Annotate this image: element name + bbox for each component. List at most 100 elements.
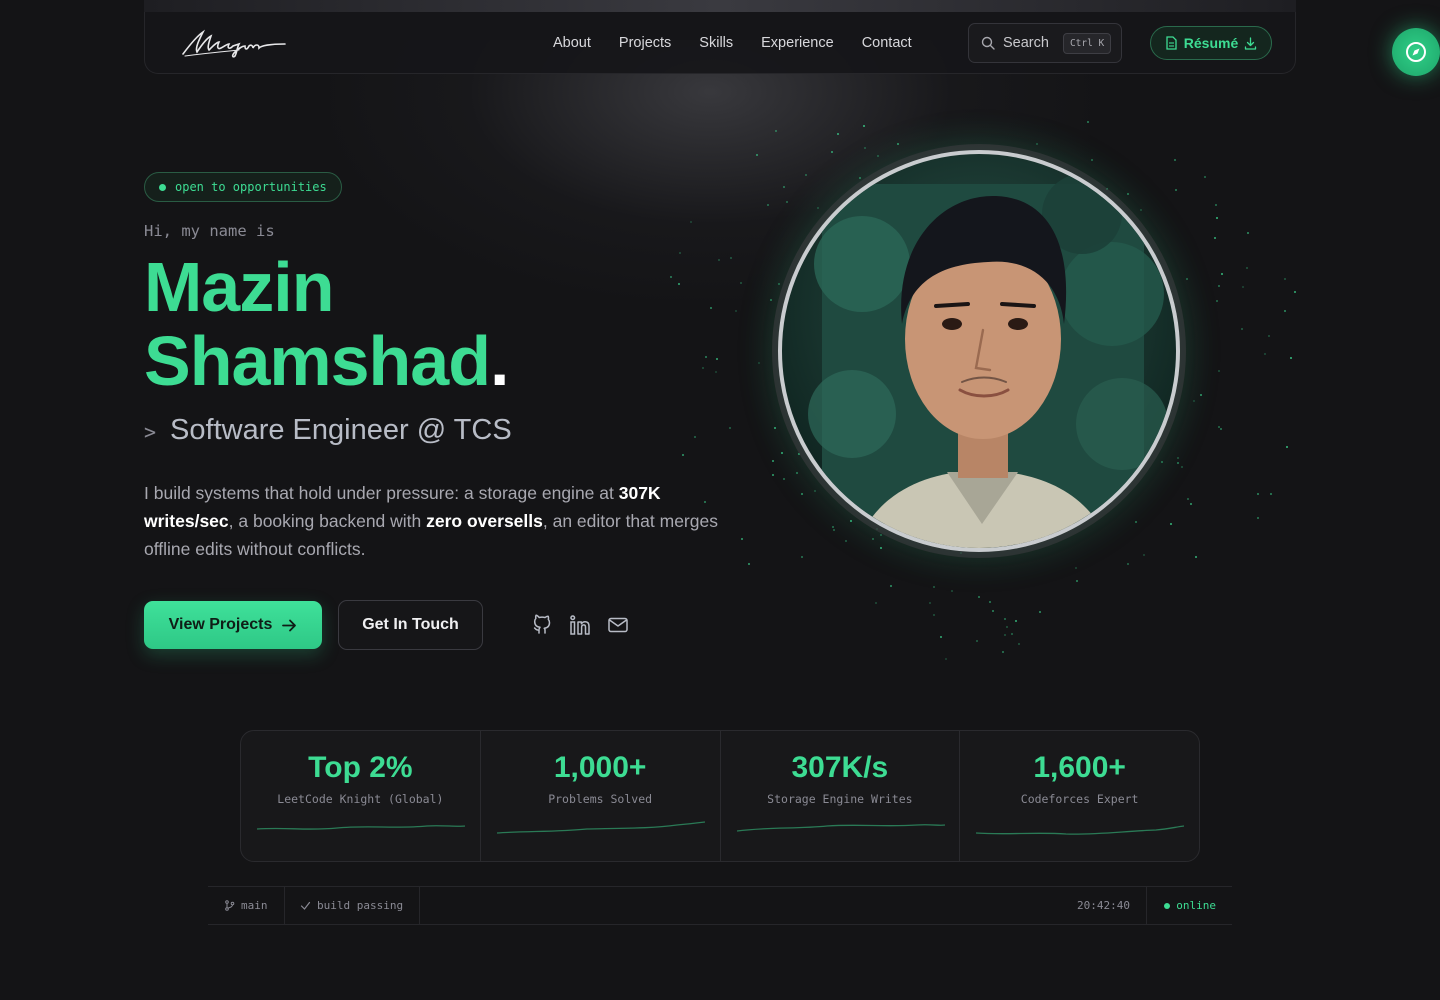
top-edge — [144, 0, 1296, 12]
particle — [1090, 158, 1093, 161]
particle — [734, 310, 737, 313]
search-icon — [981, 36, 995, 50]
stat-card: 1,000+ Problems Solved — [481, 731, 721, 861]
particle — [1143, 553, 1146, 556]
bio-text: , a booking backend with — [228, 511, 427, 531]
role-title: Software Engineer @ TCS — [170, 414, 512, 446]
particle — [844, 539, 847, 542]
particle — [1173, 159, 1176, 162]
nav-link-experience[interactable]: Experience — [761, 35, 834, 51]
particle — [1293, 290, 1296, 293]
particle — [1176, 462, 1179, 465]
particle — [703, 500, 706, 503]
particle — [864, 146, 867, 149]
particle — [1036, 142, 1039, 145]
particle — [773, 426, 776, 429]
particle — [800, 556, 803, 559]
build-status: build passing — [284, 887, 421, 924]
particle — [1176, 457, 1179, 460]
particle — [748, 562, 751, 565]
nav-link-about[interactable]: About — [553, 35, 591, 51]
nav-link-contact[interactable]: Contact — [862, 35, 912, 51]
particle — [1170, 523, 1173, 526]
availability-badge: open to opportunities — [144, 172, 342, 202]
signature-logo[interactable] — [179, 24, 289, 64]
nav-link-projects[interactable]: Projects — [619, 35, 671, 51]
particle — [677, 283, 680, 286]
github-icon[interactable] — [529, 612, 555, 638]
download-icon — [1245, 36, 1257, 50]
particle — [1039, 611, 1042, 614]
get-in-touch-label: Get In Touch — [362, 616, 459, 633]
particle — [682, 454, 685, 457]
document-icon — [1166, 36, 1177, 50]
particle — [816, 207, 819, 210]
particle — [801, 492, 804, 495]
branch-indicator[interactable]: main — [208, 887, 285, 924]
stat-label: Problems Solved — [548, 792, 653, 806]
name-dot: . — [490, 322, 509, 400]
online-status: online — [1148, 887, 1232, 924]
particle — [1241, 328, 1244, 331]
compass-fab-button[interactable] — [1392, 28, 1440, 76]
particle — [1221, 272, 1224, 275]
particle — [771, 460, 774, 463]
stat-label: Codeforces Expert — [1020, 792, 1139, 806]
sparkline — [257, 825, 465, 830]
stat-label: LeetCode Knight (Global) — [277, 792, 444, 806]
search-label: Search — [1003, 35, 1049, 51]
particle — [766, 203, 769, 206]
profile-photo — [778, 150, 1180, 552]
view-projects-button[interactable]: View Projects — [144, 601, 322, 649]
compass-icon — [1406, 42, 1426, 62]
particle — [896, 142, 899, 145]
resume-button[interactable]: Résumé — [1150, 26, 1272, 60]
search-shortcut: Ctrl K — [1062, 32, 1112, 54]
particle — [1289, 356, 1292, 359]
particle — [694, 436, 697, 439]
sparkline — [496, 821, 705, 834]
particle — [740, 537, 743, 540]
particle — [879, 534, 882, 537]
particle — [1284, 278, 1287, 281]
particle — [1269, 492, 1272, 495]
particle — [1283, 309, 1286, 312]
status-dot — [159, 183, 166, 191]
particle — [718, 259, 721, 262]
particle — [678, 251, 681, 254]
particle — [1187, 498, 1190, 501]
bio-text: I build systems that hold under pressure… — [144, 483, 619, 503]
particle — [1219, 428, 1222, 431]
linkedin-icon[interactable] — [567, 612, 593, 638]
view-projects-label: View Projects — [168, 616, 273, 633]
stat-value: 1,000+ — [553, 751, 647, 784]
stat-label: Storage Engine Writes — [767, 792, 913, 806]
particle — [976, 639, 979, 642]
particle — [1263, 352, 1266, 355]
particle — [950, 589, 953, 592]
particle — [1185, 277, 1188, 280]
stat-value: 1,600+ — [1033, 751, 1126, 784]
prompt-symbol: > — [144, 420, 157, 444]
particle — [783, 477, 786, 480]
mail-icon[interactable] — [605, 612, 631, 638]
particle — [1014, 619, 1017, 622]
clock-time: 20:42:40 — [1077, 899, 1130, 912]
bio-paragraph: I build systems that hold under pressure… — [144, 479, 734, 563]
particle — [1074, 566, 1077, 569]
particle — [702, 366, 705, 369]
nav-link-skills[interactable]: Skills — [699, 35, 733, 51]
particle — [1189, 502, 1192, 505]
bio-highlight: zero oversells — [426, 511, 543, 531]
particle — [670, 275, 673, 278]
particle — [1087, 121, 1090, 123]
particle — [1241, 286, 1244, 288]
portrait-illustration — [808, 174, 1168, 548]
sparkline — [976, 825, 1185, 835]
get-in-touch-button[interactable]: Get In Touch — [338, 600, 483, 650]
particle — [932, 613, 935, 616]
search-button[interactable]: Search Ctrl K — [968, 23, 1122, 63]
particle — [1213, 236, 1216, 239]
status-bar: main build passing 20:42:40 online — [208, 886, 1232, 925]
particle — [1001, 650, 1004, 653]
